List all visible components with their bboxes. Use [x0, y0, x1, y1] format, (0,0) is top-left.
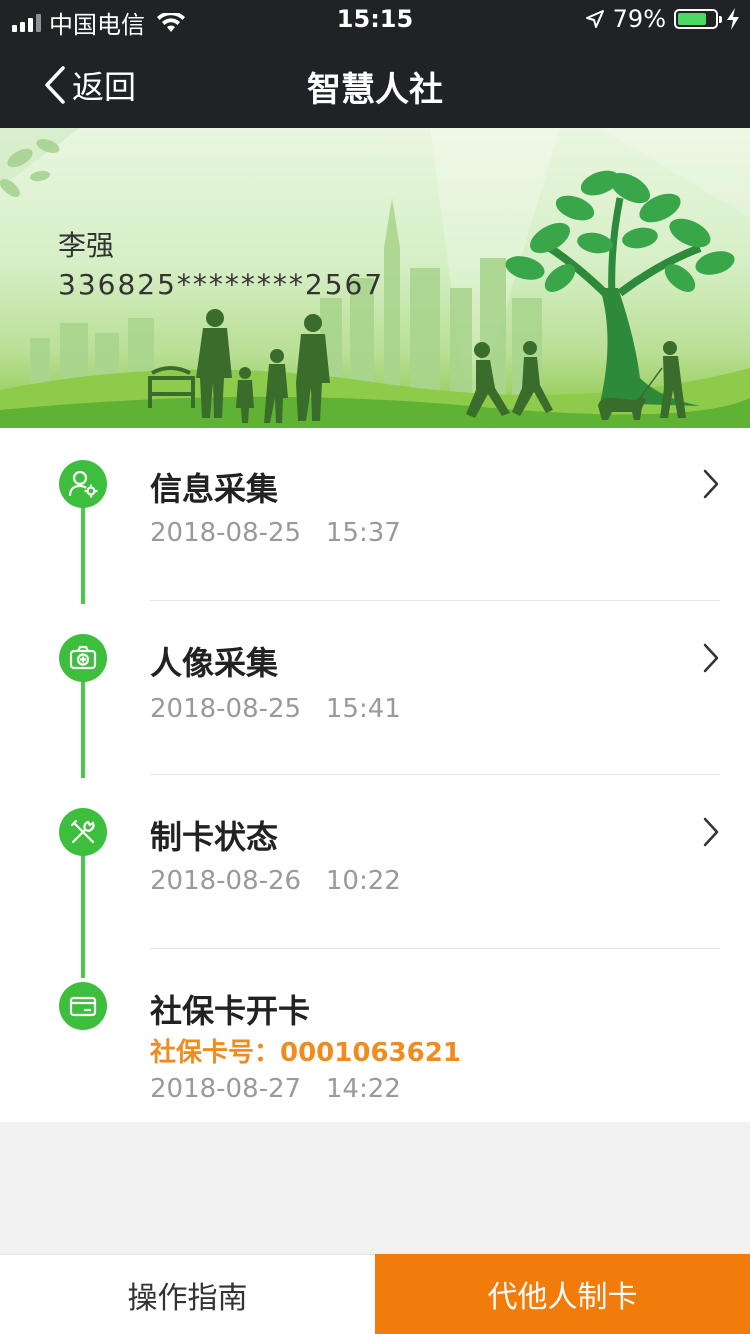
- step-title: 人像采集: [150, 644, 279, 682]
- battery-icon: [674, 9, 722, 29]
- status-bar: 中国电信 15:15 79%: [0, 0, 750, 40]
- step-card-status[interactable]: 制卡状态 2018-08-26 10:22: [0, 776, 750, 950]
- progress-timeline: 信息采集 2018-08-25 15:37 人像采集 2018-08-25 15…: [0, 428, 750, 1122]
- step-title: 制卡状态: [150, 818, 279, 856]
- user-gear-icon: [59, 460, 107, 508]
- cardholder-name: 李强: [58, 229, 115, 262]
- make-card-for-others-button[interactable]: 代他人制卡: [375, 1254, 750, 1334]
- battery-fill: [678, 13, 707, 25]
- page-title: 智慧人社: [307, 70, 443, 110]
- id-number: 336825********2567: [58, 268, 385, 301]
- card-icon: [59, 982, 107, 1030]
- tools-icon: [59, 808, 107, 856]
- social-security-card-number: 社保卡号：0001063621: [150, 1038, 461, 1068]
- divider: [150, 600, 720, 601]
- location-arrow-icon: [585, 10, 604, 28]
- card-banner: 李强 336825********2567: [0, 128, 750, 428]
- divider: [150, 948, 720, 949]
- step-time: 2018-08-25 15:41: [150, 694, 401, 724]
- charging-bolt-icon: [727, 8, 739, 30]
- chevron-right-icon[interactable]: [702, 468, 720, 500]
- battery-percent: 79%: [612, 5, 666, 33]
- step-title: 信息采集: [150, 470, 279, 508]
- step-info-collection[interactable]: 信息采集 2018-08-25 15:37: [0, 428, 750, 602]
- divider: [150, 774, 720, 775]
- chevron-right-icon[interactable]: [702, 816, 720, 848]
- status-right: 79%: [585, 5, 740, 33]
- step-portrait-collection[interactable]: 人像采集 2018-08-25 15:41: [0, 602, 750, 776]
- nav-bar: 返回 智慧人社: [0, 40, 750, 128]
- bottom-action-bar: 操作指南 代他人制卡: [0, 1254, 750, 1334]
- chevron-right-icon[interactable]: [702, 642, 720, 674]
- step-title: 社保卡开卡: [150, 992, 311, 1030]
- step-card-activation: 社保卡开卡 社保卡号：0001063621 2018-08-27 14:22: [0, 950, 750, 1122]
- operation-guide-button[interactable]: 操作指南: [0, 1254, 375, 1334]
- step-time: 2018-08-25 15:37: [150, 518, 401, 548]
- step-time: 2018-08-26 10:22: [150, 866, 401, 896]
- step-time: 2018-08-27 14:22: [150, 1074, 401, 1104]
- camera-icon: [59, 634, 107, 682]
